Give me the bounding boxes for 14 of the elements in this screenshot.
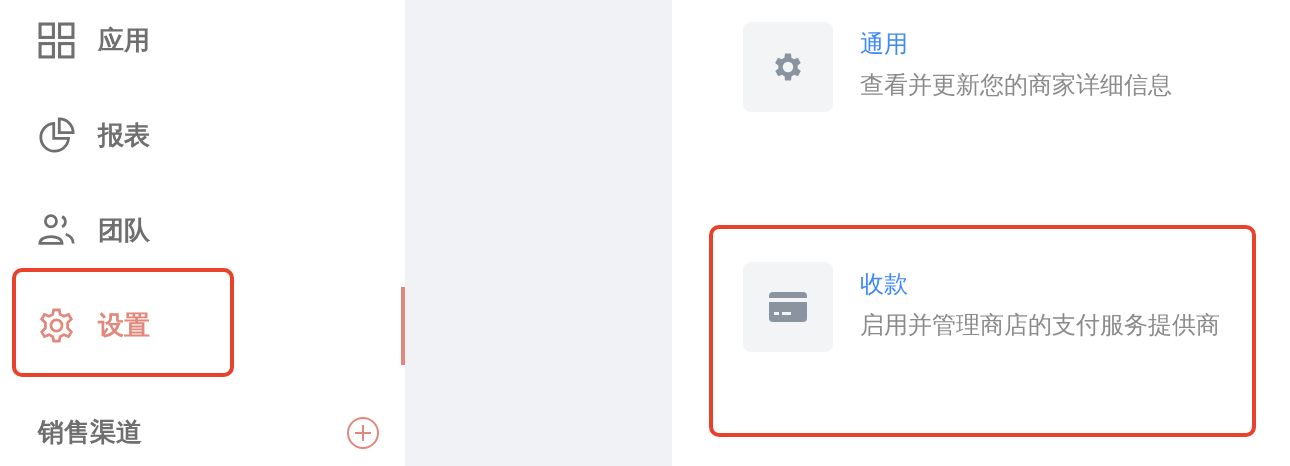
- credit-card-icon: [769, 292, 807, 322]
- sidebar-item[interactable]: 报表: [38, 95, 405, 175]
- sidebar-item[interactable]: 团队: [38, 190, 405, 270]
- sidebar-item[interactable]: 设置: [38, 285, 405, 365]
- grid-icon: [38, 21, 75, 59]
- pie-chart-icon: [38, 116, 75, 154]
- settings-description: 启用并管理商店的支付服务提供商: [860, 310, 1221, 341]
- section-heading: 销售渠道: [38, 416, 142, 449]
- sidebar-item[interactable]: 应用: [38, 0, 405, 80]
- settings-link[interactable]: 通用: [860, 24, 1260, 64]
- settings-description: 查看并更新您的商家详细信息: [860, 70, 1173, 101]
- add-icon[interactable]: [346, 415, 380, 450]
- settings-link[interactable]: 收款: [860, 264, 1260, 304]
- gear-icon: [38, 306, 75, 344]
